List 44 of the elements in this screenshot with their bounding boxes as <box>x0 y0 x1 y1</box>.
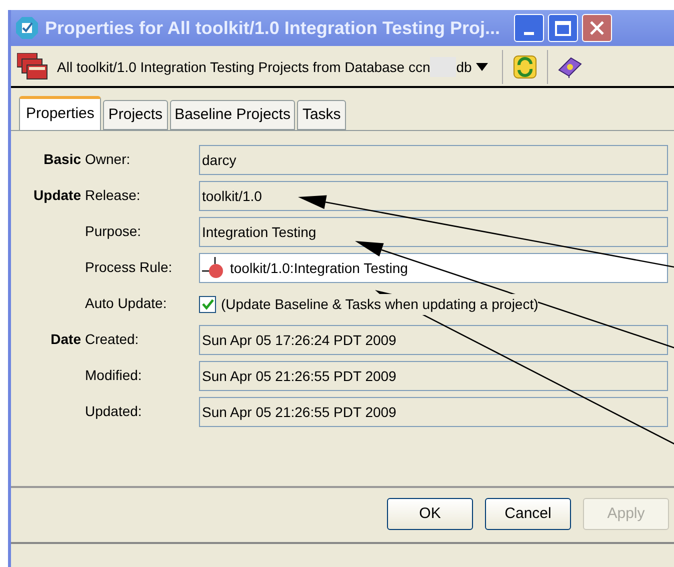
group-heading: Basic <box>42 150 82 169</box>
dialog-button[interactable]: Cancel <box>485 498 571 530</box>
refresh-button[interactable] <box>510 53 539 81</box>
project-selector[interactable]: All toolkit/1.0 Integration Testing Projects from Database ccn db <box>57 56 488 78</box>
group-heading: Update <box>32 186 82 205</box>
field-label: Purpose: <box>85 222 142 241</box>
field-label: Process Rule: <box>85 258 174 277</box>
read-only-field: darcy <box>199 145 668 175</box>
tab[interactable]: Baseline Projects <box>170 100 296 130</box>
field-label: Release: <box>85 186 142 205</box>
read-only-field: Sun Apr 05 17:26:24 PDT 2009 <box>199 325 668 355</box>
tab[interactable]: Properties <box>19 96 102 130</box>
field-label: Updated: <box>85 402 143 421</box>
tab[interactable]: Tasks <box>297 100 346 130</box>
selector-text: All toolkit/1.0 Integration Testing Projects from Database ccn <box>57 58 430 77</box>
tab[interactable]: Projects <box>103 100 168 130</box>
dialog-button[interactable]: OK <box>387 498 473 530</box>
process-rule-icon <box>202 257 226 279</box>
selector-text: db <box>456 58 472 76</box>
close-button[interactable] <box>582 14 612 42</box>
process-rule-field[interactable]: toolkit/1.0:Integration Testing <box>199 253 668 283</box>
field-label: Modified: <box>85 366 143 385</box>
help-book-icon <box>556 56 583 78</box>
dropdown-arrow-icon <box>476 63 488 71</box>
field-label: Created: <box>85 330 140 349</box>
field-label: Owner: <box>85 150 132 169</box>
group-heading: Date <box>50 330 82 349</box>
refresh-icon <box>512 55 537 79</box>
maximize-button[interactable] <box>548 14 578 42</box>
checkbox-label: (Update Baseline & Tasks when updating a project) <box>221 294 538 314</box>
read-only-field: Sun Apr 05 21:26:55 PDT 2009 <box>199 361 668 391</box>
minimize-button[interactable] <box>514 14 544 42</box>
auto-update-checkbox[interactable] <box>199 296 216 312</box>
close-icon <box>589 20 606 36</box>
minimize-icon <box>524 32 534 35</box>
read-only-field: toolkit/1.0 <box>199 181 668 211</box>
checkmark-icon <box>15 16 39 40</box>
field-label: Auto Update: <box>85 294 168 313</box>
window-title: Properties for All toolkit/1.0 Integration Testing Proj... <box>45 16 500 40</box>
read-only-field: Sun Apr 05 21:26:55 PDT 2009 <box>199 397 668 427</box>
folders-icon <box>17 53 49 81</box>
maximize-icon <box>555 20 572 36</box>
read-only-field: Integration Testing <box>199 217 668 247</box>
check-icon <box>202 298 214 310</box>
